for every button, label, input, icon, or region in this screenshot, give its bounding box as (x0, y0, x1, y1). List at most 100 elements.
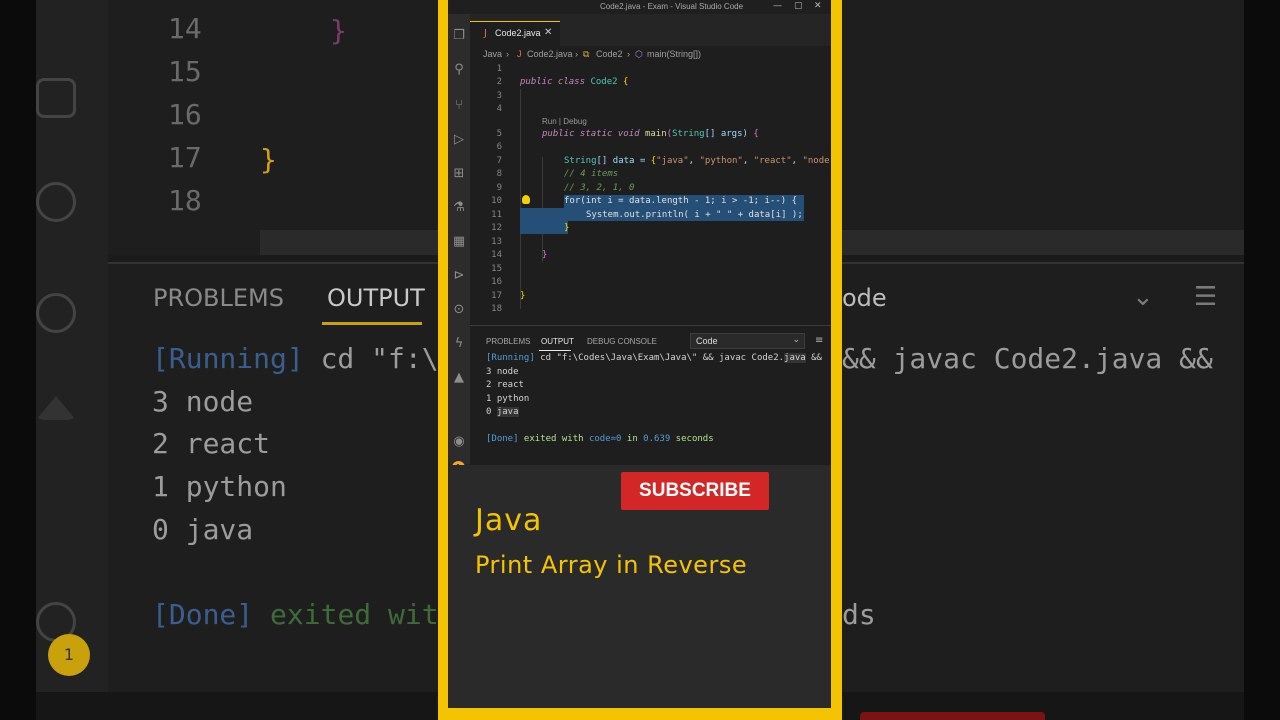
line-number: 11 (491, 210, 502, 220)
promo-subtitle: Print Array in Reverse (475, 551, 748, 579)
params: [] args) (704, 129, 754, 139)
bg-done-text: exited wit (253, 598, 439, 631)
docker-icon[interactable]: ▦ (451, 234, 467, 250)
tab-problems[interactable]: PROBLEMS (486, 337, 530, 346)
code-line-17: } (520, 291, 526, 301)
maximize-button[interactable]: ▢ (794, 1, 803, 11)
running-tag: [Running] (486, 353, 535, 363)
output-line: 1 python (486, 394, 530, 404)
java-file-icon: J (517, 49, 522, 59)
extensions-icon[interactable]: ⊞ (451, 166, 467, 182)
indent-guide (520, 89, 521, 309)
lightning-icon[interactable]: ϟ (451, 336, 467, 352)
minimize-button[interactable]: — (773, 1, 782, 11)
bg-right-strip (1244, 0, 1280, 720)
done-tail: seconds (670, 434, 714, 444)
type-name: String (672, 129, 705, 139)
code-line-14: } (542, 250, 548, 260)
java-file-icon: J (484, 28, 487, 39)
breadcrumb-folder[interactable]: Java (483, 49, 502, 59)
active-tab-indicator (539, 350, 571, 351)
running-tail: && (805, 353, 822, 363)
run-debug-icon[interactable]: ▷ (451, 132, 467, 148)
bg-tab-problems: PROBLEMS (153, 284, 284, 312)
bg-running-cmd: cd "f:\ (303, 342, 439, 375)
chevron-down-icon: ⌄ (792, 335, 800, 345)
bg-output-line: 1 python (152, 470, 287, 503)
bg-line-number: 14 (168, 12, 202, 45)
bg-triangle-icon (36, 396, 76, 420)
bg-output-line: 2 react (152, 427, 271, 460)
promo-title: Java (475, 503, 543, 538)
breadcrumb-separator: › (506, 49, 509, 59)
line-number: 16 (491, 277, 502, 287)
tab-output[interactable]: OUTPUT (541, 337, 574, 346)
output-channel-select[interactable]: Code ⌄ (690, 333, 805, 349)
triangle-icon[interactable]: ▲ (451, 370, 467, 386)
keyword: public static void (542, 129, 640, 139)
terminal-icon[interactable]: ⊳ (451, 268, 467, 284)
class-icon: ⧉ (583, 49, 590, 59)
code-line-12: } (564, 223, 570, 233)
testing-icon[interactable]: ⚗ (451, 200, 467, 216)
tab-debug-console[interactable]: DEBUG CONSOLE (587, 337, 657, 346)
git-graph-icon[interactable]: ⊙ (451, 302, 467, 318)
account-icon[interactable]: ◉ (451, 434, 467, 450)
line-number: 13 (491, 237, 502, 247)
line-number: 1 (496, 64, 502, 74)
breadcrumb-file[interactable]: Code2.java (527, 49, 573, 59)
line-number: 2 (496, 77, 502, 87)
bg-terminal-icon (36, 78, 76, 118)
bg-line-number: 15 (168, 55, 202, 88)
code-line-9: // 3, 2, 1, 0 (564, 183, 635, 193)
line-number: 17 (491, 291, 502, 301)
exit-code: code=0 (588, 434, 622, 444)
code-editor[interactable]: 1 2 3 4 5 6 7 8 9 10 11 12 13 14 15 16 1… (470, 62, 831, 325)
string: "python" (699, 156, 743, 166)
bg-line-number: 17 (168, 141, 202, 174)
bg-chevron-down-icon: ⌄ (1132, 282, 1154, 312)
output-index: 0 (486, 407, 497, 417)
selection-highlight (520, 221, 568, 234)
done-text: exited with (518, 434, 589, 444)
bg-done-tag: [Done] (152, 598, 254, 631)
output-channel-value: Code (696, 336, 718, 346)
bg-tab-underline (322, 322, 422, 325)
output-panel: PROBLEMS OUTPUT DEBUG CONSOLE Code ⌄ ≡ [… (470, 325, 831, 465)
line-number: 9 (496, 183, 502, 193)
line-number: 4 (496, 104, 502, 114)
breadcrumb-class[interactable]: Code2 (596, 49, 623, 59)
breadcrumb-separator: › (627, 49, 630, 59)
breadcrumb: Java › J Code2.java › ⧉ Code2 › ⬡ main(S… (470, 46, 831, 62)
highlighted-word: java (496, 407, 519, 417)
line-number: 15 (491, 264, 502, 274)
line-number: 6 (496, 142, 502, 152)
tab-code2-java[interactable]: J Code2.java ✕ (470, 21, 560, 46)
bg-lightning-icon (36, 293, 76, 333)
codelens-run-debug[interactable]: Run | Debug (542, 117, 587, 126)
type-name: String (564, 156, 597, 166)
breadcrumb-method[interactable]: main(String[]) (647, 49, 701, 59)
close-tab-icon[interactable]: ✕ (544, 27, 552, 38)
code-line-7: String[] data = {"java", "python", "reac… (564, 156, 830, 166)
explorer-icon[interactable]: ❐ (451, 28, 467, 44)
bg-clear-output-icon: ☰ (1194, 282, 1218, 312)
source-control-icon[interactable]: ⑂ (451, 98, 467, 114)
lightbulb-icon[interactable] (522, 195, 530, 204)
code-line-10: for(int i = data.length - 1; i > -1; i--… (564, 196, 797, 206)
output-line: 0 java (486, 407, 519, 417)
search-icon[interactable]: ⚲ (451, 62, 467, 78)
subscribe-button[interactable]: SUBSCRIBE (621, 472, 769, 510)
promo-area: SUBSCRIBE Java Print Array in Reverse (448, 465, 831, 708)
bg-line-number: 16 (168, 98, 202, 131)
bg-running-tag: [Running] (152, 342, 304, 375)
editor-tabs: J Code2.java ✕ (470, 14, 831, 46)
bg-left-strip (0, 0, 36, 720)
output-running-line: [Running] cd "f:\Codes\Java\Exam\Java\" … (486, 353, 822, 363)
code-line-5: public static void main(String[] args) { (542, 129, 759, 139)
clear-output-icon[interactable]: ≡ (815, 335, 823, 346)
done-tag: [Done] (486, 434, 519, 444)
close-window-button[interactable]: ✕ (814, 1, 822, 11)
title-bar: Code2.java - Exam - Visual Studio Code —… (448, 0, 831, 14)
line-number: 3 (496, 91, 502, 101)
